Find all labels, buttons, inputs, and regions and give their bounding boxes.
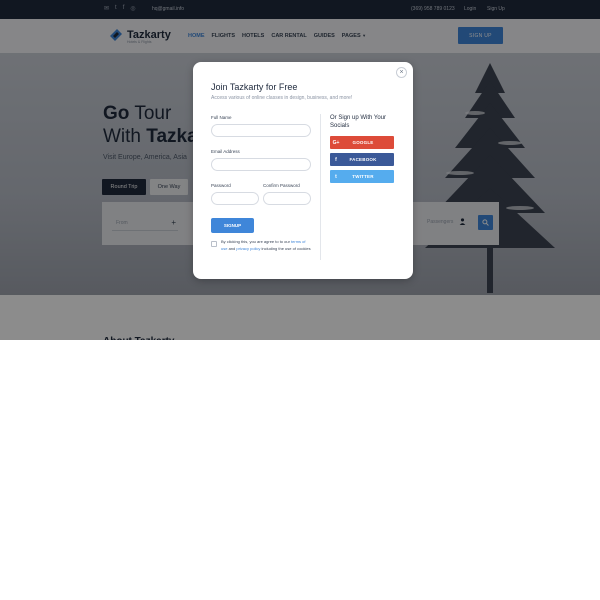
landing-page: ✉ t f ◎ hq@gmail.info (369) 958 789 0123… xyxy=(0,0,600,340)
confirm-password-field[interactable] xyxy=(263,192,311,205)
signup-submit-button[interactable]: SIGNUP xyxy=(211,218,254,233)
terms-text: By clicking this, you are agree to to ou… xyxy=(221,239,311,251)
password-label: Password xyxy=(211,183,231,188)
full-name-field[interactable] xyxy=(211,124,311,137)
confirm-password-label: Confirm Password xyxy=(263,183,300,188)
twitter-signup-button[interactable]: t TWITTER xyxy=(330,170,394,183)
column-divider xyxy=(320,114,321,260)
facebook-signup-button[interactable]: f FACEBOOK xyxy=(330,153,394,166)
email-field[interactable] xyxy=(211,158,311,171)
twitter-icon: t xyxy=(335,173,337,180)
terms-checkbox[interactable] xyxy=(211,241,217,247)
socials-title: Or Sign up With Your Socials xyxy=(330,115,387,129)
privacy-policy-link[interactable]: privacy policy xyxy=(236,246,260,251)
email-label: Email Address xyxy=(211,149,240,154)
signup-modal: × Join Tazkarty for Free Access various … xyxy=(193,62,413,279)
modal-subtitle: Access various of online classes in desi… xyxy=(211,95,353,101)
full-name-label: Full Name xyxy=(211,115,232,120)
google-plus-icon: G+ xyxy=(332,139,340,146)
close-icon[interactable]: × xyxy=(396,67,407,78)
google-signup-button[interactable]: G+ GOOGLE xyxy=(330,136,394,149)
facebook-icon: f xyxy=(335,156,337,163)
password-field[interactable] xyxy=(211,192,259,205)
modal-title: Join Tazkarty for Free xyxy=(211,82,298,92)
